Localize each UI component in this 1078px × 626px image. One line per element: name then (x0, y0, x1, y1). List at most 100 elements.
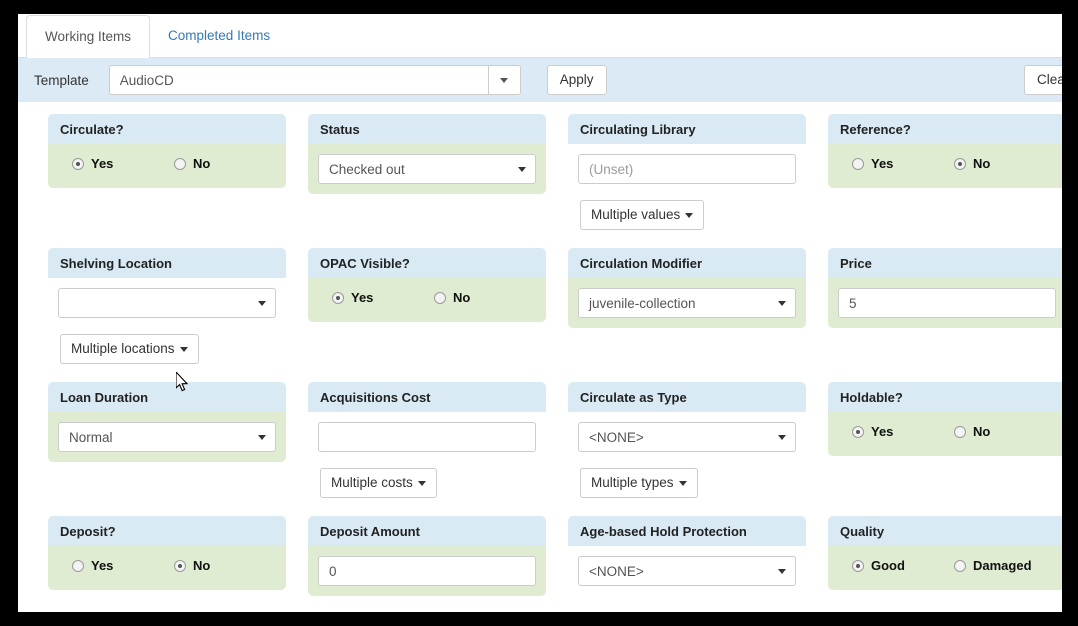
card-body: Yes No (48, 546, 286, 590)
select-value: Checked out (329, 161, 405, 177)
card-body: Yes No (308, 278, 546, 322)
radio-option-label: Yes (91, 558, 114, 573)
radio-selected-icon[interactable] (332, 291, 344, 304)
radio-unselected-icon[interactable] (72, 559, 84, 572)
multiple-values-dropdown-label: Multiple values (591, 207, 681, 222)
card-title: Acquisitions Cost (308, 382, 546, 412)
radio-option[interactable]: No (434, 290, 536, 305)
chevron-down-icon (685, 212, 694, 218)
clear-button[interactable]: Clear (1024, 65, 1062, 95)
radio-unselected-icon[interactable] (954, 425, 966, 438)
card-body (308, 412, 546, 462)
select-value: juvenile-collection (589, 295, 696, 311)
card-body: Yes No (48, 144, 286, 188)
radio-option-label: No (453, 290, 471, 305)
radio-selected-icon[interactable] (852, 425, 864, 438)
multiple-values-dropdown-button[interactable]: Multiple values (580, 200, 705, 230)
radio-option-label: Yes (871, 424, 894, 439)
card-title: Reference? (828, 114, 1062, 144)
card-body (568, 144, 806, 194)
multiple-values-dropdown-label: Multiple types (591, 475, 674, 490)
multiple-values-dropdown-label: Multiple locations (71, 341, 175, 356)
radio-option[interactable]: No (174, 558, 276, 573)
radio-unselected-icon[interactable] (434, 291, 446, 304)
select-control[interactable]: <NONE> (578, 556, 796, 586)
card-title: Loan Duration (48, 382, 286, 412)
tab-completed-items[interactable]: Completed Items (150, 15, 288, 58)
radio-group: Good Damaged (838, 556, 1056, 575)
radio-option[interactable]: Yes (72, 156, 174, 171)
radio-option[interactable]: No (954, 424, 1056, 439)
card-body: Normal (48, 412, 286, 462)
radio-option[interactable]: No (174, 156, 276, 171)
radio-option[interactable]: No (954, 156, 1056, 171)
card-body: juvenile-collection (568, 278, 806, 328)
select-control[interactable]: <NONE> (578, 422, 796, 452)
card-body (308, 546, 546, 596)
card-title: Circulation Modifier (568, 248, 806, 278)
card-title: Circulating Library (568, 114, 806, 144)
chevron-down-icon (179, 346, 188, 352)
card-title: OPAC Visible? (308, 248, 546, 278)
card-shelving-location: Shelving Location Multiple locations (48, 248, 286, 364)
radio-unselected-icon[interactable] (174, 157, 186, 170)
text-input[interactable] (318, 422, 536, 452)
template-input[interactable] (109, 66, 488, 94)
radio-unselected-icon[interactable] (852, 157, 864, 170)
radio-group: Yes No (318, 288, 536, 307)
tab-working-items[interactable]: Working Items (26, 15, 151, 58)
radio-option[interactable]: Damaged (954, 558, 1056, 573)
browser-viewport: Working Items Completed Items Template A… (18, 14, 1062, 612)
chevron-down-icon (518, 167, 526, 172)
chevron-down-icon (500, 77, 509, 83)
radio-option-label: Yes (351, 290, 374, 305)
radio-selected-icon[interactable] (954, 157, 966, 170)
text-input[interactable] (318, 556, 536, 586)
card-circulation-modifier: Circulation Modifier juvenile-collection (568, 248, 806, 328)
radio-option-label: Yes (91, 156, 114, 171)
text-input[interactable] (578, 154, 796, 184)
card-title: Circulate? (48, 114, 286, 144)
radio-option-label: Damaged (973, 558, 1032, 573)
template-bar: Template Apply Clear (18, 58, 1062, 102)
card-title: Quality (828, 516, 1062, 546)
select-control[interactable]: Checked out (318, 154, 536, 184)
radio-option[interactable]: Good (852, 558, 954, 573)
radio-option-label: No (973, 424, 991, 439)
radio-option[interactable]: Yes (852, 424, 954, 439)
card-body: Yes No (828, 412, 1062, 456)
radio-option-label: No (193, 156, 211, 171)
select-value: <NONE> (589, 563, 644, 579)
chevron-down-icon (258, 435, 266, 440)
radio-option[interactable]: Yes (332, 290, 434, 305)
multiple-values-dropdown-button[interactable]: Multiple types (580, 468, 698, 498)
radio-selected-icon[interactable] (72, 157, 84, 170)
chevron-down-icon (778, 435, 786, 440)
template-combobox[interactable] (108, 65, 521, 95)
multiple-values-dropdown-button[interactable]: Multiple locations (60, 334, 199, 364)
multiple-values-dropdown-label: Multiple costs (331, 475, 413, 490)
card-circulate-as-type: Circulate as Type <NONE> Multiple types (568, 382, 806, 498)
multiple-values-dropdown-button[interactable]: Multiple costs (320, 468, 437, 498)
card-quality: Quality Good Damaged (828, 516, 1062, 590)
select-control[interactable]: juvenile-collection (578, 288, 796, 318)
card-price: Price (828, 248, 1062, 328)
select-control[interactable] (58, 288, 276, 318)
radio-unselected-icon[interactable] (954, 559, 966, 572)
radio-group: Yes No (838, 154, 1056, 173)
radio-group: Yes No (58, 556, 276, 575)
radio-selected-icon[interactable] (174, 559, 186, 572)
card-acquisitions-cost: Acquisitions Cost Multiple costs (308, 382, 546, 498)
card-body: Good Damaged (828, 546, 1062, 590)
card-loan-duration: Loan Duration Normal (48, 382, 286, 462)
radio-option[interactable]: Yes (72, 558, 174, 573)
text-input[interactable] (838, 288, 1056, 318)
card-body: Checked out (308, 144, 546, 194)
radio-option[interactable]: Yes (852, 156, 954, 171)
attribute-card-grid: Circulate? Yes No Status Checked out Circulat… (18, 102, 1062, 612)
apply-button[interactable]: Apply (546, 65, 607, 95)
radio-selected-icon[interactable] (852, 559, 864, 572)
select-control[interactable]: Normal (58, 422, 276, 452)
template-dropdown-toggle[interactable] (487, 66, 520, 94)
card-title: Age-based Hold Protection (568, 516, 806, 546)
